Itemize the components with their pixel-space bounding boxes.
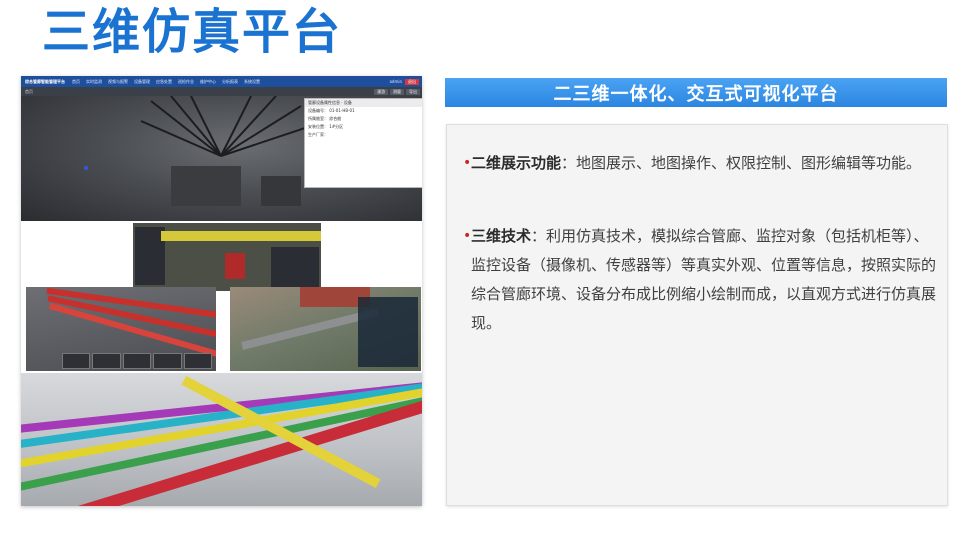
street-3d-scene	[230, 287, 421, 371]
pipe-gallery-scene	[26, 287, 216, 371]
bullet-separator: ：	[531, 227, 547, 245]
cabinet-monitor-view	[133, 223, 321, 291]
bullet-term: 三维技术	[471, 227, 532, 245]
platform-screenshot: 综合管廊智能管理平台 首页 实时监测 视频与报警 设备管理 应急处置 巡检作业 …	[21, 76, 422, 506]
nav-item[interactable]: 分析报表	[219, 79, 241, 85]
tool-button[interactable]: 导出	[406, 88, 420, 95]
popup-row: 生产厂家：	[308, 132, 328, 137]
popup-row: 安装位置： 1#分区	[308, 124, 344, 129]
nav-item[interactable]: 实时监测	[83, 79, 105, 85]
user-name[interactable]: admin	[386, 79, 405, 84]
camera-thumbnail[interactable]	[92, 353, 121, 369]
nav-item[interactable]: 巡检作业	[175, 79, 197, 85]
red-cabinet	[225, 253, 245, 279]
nav-item[interactable]: 系统设置	[241, 79, 263, 85]
tool-button[interactable]: 漫游	[374, 88, 388, 95]
pipe-network-3d-model	[21, 373, 422, 506]
tool-button[interactable]: 测量	[390, 88, 404, 95]
popup-header: 管廊设备属性信息 · 设备	[305, 99, 422, 107]
nav-item[interactable]: 视频与报警	[105, 79, 131, 85]
app-title: 综合管廊智能管理平台	[25, 78, 65, 84]
app-topbar: 综合管廊智能管理平台 首页 实时监测 视频与报警 设备管理 应急处置 巡检作业 …	[21, 76, 422, 87]
slide: 三维仿真平台 综合管廊智能管理平台 首页 实时监测 视频与报警 设备管理 应急处…	[0, 0, 957, 536]
camera-thumbnails	[62, 353, 213, 369]
camera-thumbnail[interactable]	[122, 353, 152, 369]
camera-thumbnail[interactable]	[183, 353, 213, 369]
popup-row: 所属舱室： 综合舱	[308, 116, 342, 121]
bullet-separator: ：	[561, 154, 577, 172]
exit-button[interactable]: 退出	[405, 78, 419, 85]
app-subbar: 首页 漫游 测量 导出	[21, 87, 422, 96]
section-banner: 二三维一体化、交互式可视化平台	[445, 78, 947, 107]
bullet-term: 二维展示功能	[471, 154, 562, 172]
right-data-panel	[271, 247, 319, 287]
description-card: • 二维展示功能：地图展示、地图操作、权限控制、图形编辑等功能。 • 三维技术：…	[446, 124, 948, 506]
nav-item[interactable]: 应急处置	[153, 79, 175, 85]
yellow-pipe	[161, 231, 321, 241]
nav-item[interactable]: 首页	[69, 79, 83, 85]
bullet-text: 地图展示、地图操作、权限控制、图形编辑等功能。	[576, 154, 922, 172]
nav-item[interactable]: 维护中心	[197, 79, 219, 85]
bullet-2d-features: • 二维展示功能：地图展示、地图操作、权限控制、图形编辑等功能。	[463, 149, 937, 178]
dashboard-panel	[358, 297, 418, 367]
slide-title: 三维仿真平台	[42, 4, 343, 60]
popup-row: 设备编号： 01-01-HB-01	[308, 108, 355, 113]
camera-thumbnail[interactable]	[153, 353, 182, 369]
bullet-dot-icon: •	[463, 155, 472, 171]
nav-item[interactable]: 设备管理	[131, 79, 153, 85]
bullet-3d-technology: • 三维技术：利用仿真技术，模拟综合管廊、监控对象（包括机柜等）、监控设备（摄像…	[463, 222, 937, 338]
bullet-dot-icon: •	[463, 228, 472, 244]
camera-thumbnail[interactable]	[62, 353, 91, 369]
breadcrumb[interactable]: 首页	[21, 89, 37, 95]
device-info-popup: 管廊设备属性信息 · 设备 设备编号： 01-01-HB-01 所属舱室： 综合…	[304, 98, 422, 188]
